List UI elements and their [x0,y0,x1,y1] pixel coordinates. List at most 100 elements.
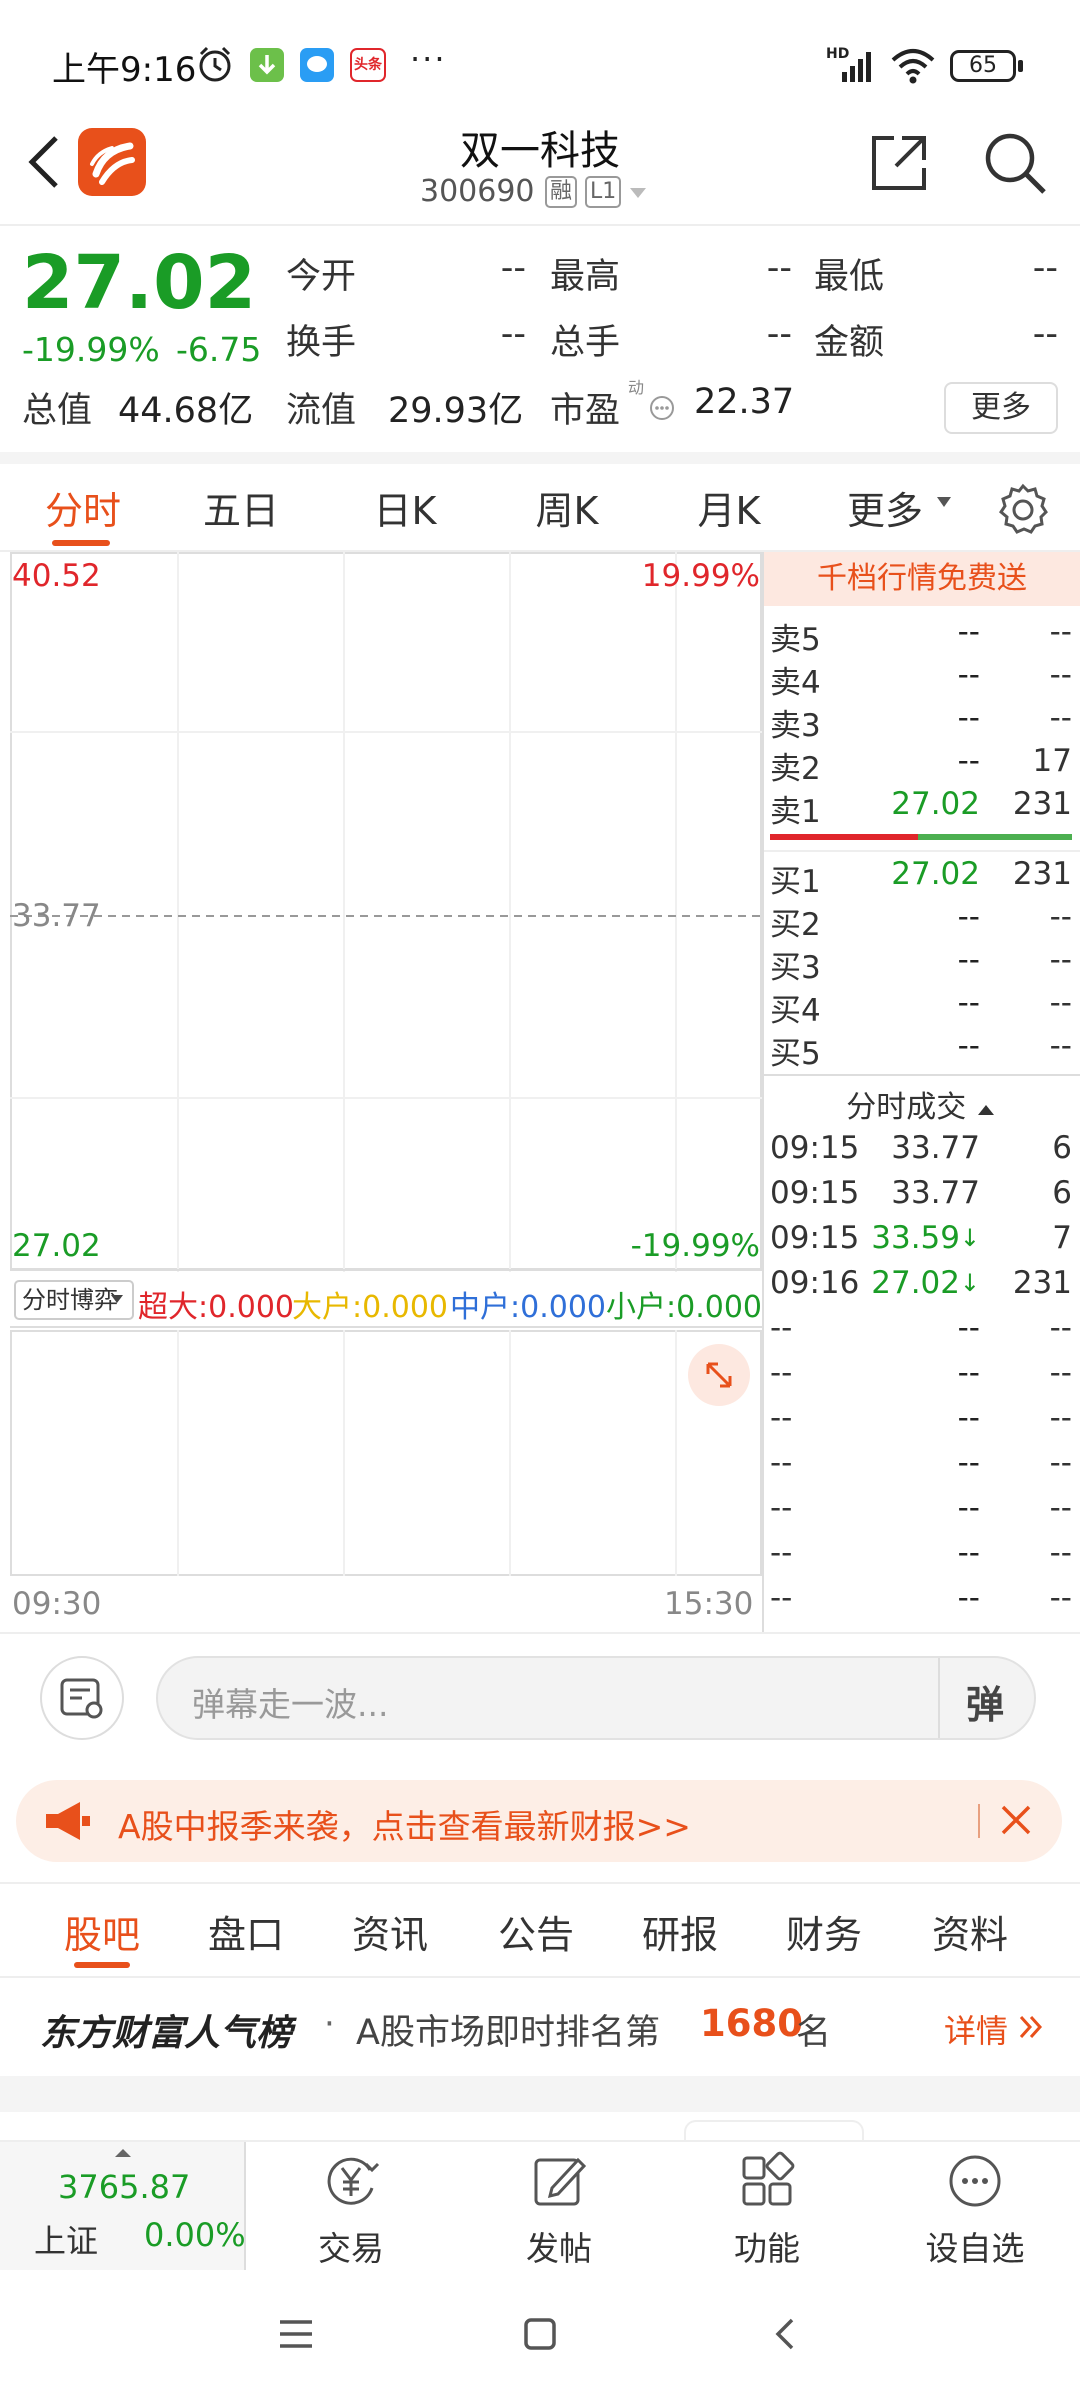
app-logo[interactable] [78,128,146,196]
down-arrow-icon: ↓ [959,1269,980,1297]
pe-label: 市盈 [550,391,621,431]
trade-time: -- [770,1580,793,1616]
tab-finance[interactable]: 财务 [774,1904,874,1959]
tab-pankou[interactable]: 盘口 [196,1904,296,1959]
high-label: 最高 [550,257,621,297]
content-tabs: 股吧 盘口 资讯 公告 研报 财务 资料 [0,1886,1080,1976]
bid-row-volume: -- [1049,1028,1072,1064]
banner-text: A股中报季来袭，点击查看最新财报>> [118,1807,691,1846]
trade-row: -- -- -- [770,1535,1074,1579]
trade-volume: -- [1049,1400,1072,1436]
high-value: -- [766,248,792,288]
intraday-chart[interactable]: 40.52 19.99% 33.77 27.02 -19.99% [10,552,762,1272]
tab-profile[interactable]: 资料 [920,1904,1020,1959]
trade-row: -- -- -- [770,1400,1074,1444]
settings-gear-icon[interactable] [996,482,1050,536]
close-icon[interactable] [998,1802,1034,1838]
pe-dynamic-mark: 动 [628,378,645,397]
menu-icon[interactable] [276,2316,316,2352]
expand-button[interactable] [688,1344,750,1406]
danmu-send-button[interactable]: 弹 [966,1674,1004,1729]
rank-dot: · [324,2004,335,2044]
trade-price: -- [957,1580,980,1616]
functions-button[interactable]: 功能 [692,2142,842,2272]
tab-monthly-k[interactable]: 月K [674,480,784,535]
current-price: 27.02 [22,240,257,326]
status-time: 上午9:16 [52,50,197,90]
danmu-settings-button[interactable] [40,1656,124,1740]
search-icon[interactable] [982,130,1048,196]
more-quote-button[interactable]: 更多 [944,382,1058,434]
ask-row: 卖4 -- -- [770,657,1074,701]
section-divider [0,1632,1080,1634]
stock-code: 300690 [420,174,535,209]
back-icon[interactable] [22,132,66,192]
x-axis-start-time: 09:30 [12,1586,102,1622]
functions-label: 功能 [734,2229,800,2268]
trade-time: 09:15 [770,1130,860,1166]
level-badge[interactable]: L1 [585,176,622,208]
chevron-down-icon[interactable] [628,186,648,200]
danmu-input[interactable]: 弹幕走一波... [192,1678,388,1726]
active-tab-indicator [74,1962,130,1968]
double-chevron-right-icon[interactable] [1018,2014,1044,2040]
home-icon[interactable] [520,2314,560,2354]
trade-price: 27.02 [871,1265,960,1301]
earnings-banner[interactable]: A股中报季来袭，点击查看最新财报>> [16,1780,1062,1862]
bid-row-price: -- [957,985,980,1021]
ask-row-label: 卖2 [770,751,821,787]
index-ticker[interactable]: 3765.87 上证 0.00% [0,2142,246,2270]
ask-row: 卖1 27.02 231 [770,786,1074,830]
share-icon[interactable] [868,132,930,194]
float-cap-label: 流值 [286,391,357,431]
tab-more[interactable]: 更多 [840,480,930,535]
trade-price: -- [957,1310,980,1346]
trade-volume: -- [1049,1535,1072,1571]
tab-announcements[interactable]: 公告 [486,1904,586,1959]
danmu-input-divider [938,1658,940,1738]
back-nav-icon[interactable] [768,2314,804,2354]
amount-value: -- [1032,314,1058,354]
trade-price: -- [957,1535,980,1571]
tab-weekly-k[interactable]: 周K [512,480,622,535]
danmu-settings-icon [60,1678,103,1719]
y-axis-top-percent: 19.99% [641,558,760,594]
ask-row-volume: -- [1049,657,1072,693]
info-icon[interactable] [648,394,676,422]
add-watchlist-button[interactable]: 设自选 [900,2142,1050,2272]
popularity-rank-row[interactable]: 东方财富人气榜 · A股市场即时排名第 1680 名 详情 [0,1976,1080,2076]
volume-chart [10,1330,762,1576]
trade-time: -- [770,1310,793,1346]
flow-super-large: 超大:0.000 [138,1290,294,1325]
ask-row-price: -- [957,657,980,693]
promo-banner[interactable]: 千档行情免费送 [764,552,1080,606]
ask-row-label: 卖3 [770,708,821,744]
tab-guba[interactable]: 股吧 [52,1904,152,1959]
expand-icon [706,1362,732,1388]
ask-row-volume: -- [1049,700,1072,736]
order-book-panel: 千档行情免费送 分时成交 卖5 -- -- 卖4 -- -- 卖3 -- -- 卖2 -- 17 卖1 2… [762,552,1080,1632]
volume-grid [10,1330,762,1576]
tab-daily-k[interactable]: 日K [350,480,460,535]
bid-row-price: -- [957,942,980,978]
caret-up-icon [115,2149,131,2157]
open-label: 今开 [286,257,357,297]
change-percent: -19.99% [22,330,160,369]
rank-suffix: 名 [796,2013,832,2053]
partial-card [684,2120,864,2140]
trade-price: -- [957,1400,980,1436]
tab-five-day[interactable]: 五日 [186,480,296,535]
trades-title[interactable]: 分时成交 [762,1082,1080,1126]
rank-detail-link[interactable]: 详情 [944,2006,1008,2052]
tab-intraday[interactable]: 分时 [28,480,138,535]
tab-news[interactable]: 资讯 [340,1904,440,1959]
tab-research[interactable]: 研报 [630,1904,730,1959]
trade-button[interactable]: 交易 [276,2142,426,2272]
trade-time: -- [770,1535,793,1571]
ask-row-price: -- [957,700,980,736]
megaphone-icon [46,1802,90,1840]
alarm-icon [199,46,231,82]
chevron-down-icon[interactable] [936,496,952,508]
post-button[interactable]: 发帖 [484,2142,634,2272]
volume-label: 总手 [550,323,621,363]
